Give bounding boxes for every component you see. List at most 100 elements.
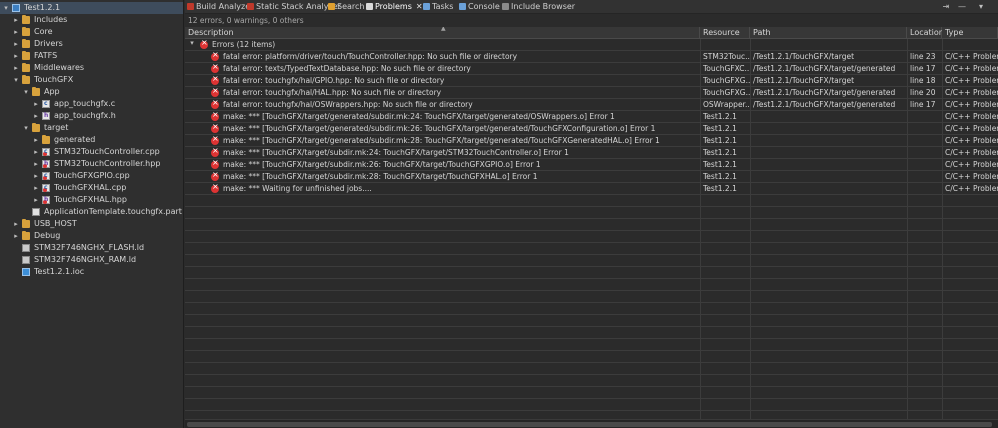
tab-search[interactable]: Search (328, 1, 364, 13)
cell-type: C/C++ Problem (945, 124, 998, 133)
table-row[interactable]: fatal error: touchgfx/hal/OSWrappers.hpp… (185, 98, 998, 111)
tab-include-browser[interactable]: Include Browser (502, 1, 575, 13)
tree-item[interactable]: ▸ Drivers (0, 38, 183, 50)
column-header-location[interactable]: Location (907, 27, 944, 39)
tree-expander-icon[interactable] (12, 242, 20, 254)
tree-expander-icon[interactable]: ▸ (32, 134, 40, 146)
table-row[interactable]: make: *** Waiting for unfinished jobs...… (185, 182, 998, 195)
tree-item[interactable]: ▸ generated (0, 134, 183, 146)
tree-item[interactable]: ▸ Core (0, 26, 183, 38)
sort-ascending-icon: ▲ (441, 27, 446, 32)
tree-item[interactable]: ▸ TouchGFXHAL.cpp (0, 182, 183, 194)
tree-expander-icon[interactable]: ▾ (22, 86, 30, 98)
tree-item[interactable]: ▸ TouchGFXGPIO.cpp (0, 170, 183, 182)
tree-expander-icon[interactable] (12, 266, 20, 278)
tree-expander-icon[interactable]: ▸ (12, 14, 20, 26)
tab-console[interactable]: Console (459, 1, 500, 13)
view-menu-icon[interactable]: ▾ (976, 2, 986, 12)
tree-item[interactable]: ▸ FATFS (0, 50, 183, 62)
tree-expander-icon[interactable] (12, 254, 20, 266)
tree-item[interactable]: ▸ Middlewares (0, 62, 183, 74)
tree-item[interactable]: STM32F746NGHX_FLASH.ld (0, 242, 183, 254)
cell-path: /Test1.2.1/TouchGFX/target (753, 76, 855, 85)
tree-expander-icon[interactable]: ▸ (32, 158, 40, 170)
column-header-resource[interactable]: Resource (700, 27, 750, 39)
empty-row (185, 315, 998, 327)
column-header-description[interactable]: Description ▲ (185, 27, 700, 39)
tree-expander-icon[interactable]: ▸ (12, 218, 20, 230)
file-icon (42, 194, 50, 206)
minimize-icon[interactable]: — (957, 2, 967, 12)
tab-problems[interactable]: Problems ✕ (366, 1, 423, 13)
tree-item[interactable]: ▸ TouchGFXHAL.hpp (0, 194, 183, 206)
pin-icon[interactable]: ⇥ (941, 2, 951, 12)
errors-group-label: Errors (12 items) (212, 40, 276, 49)
column-header-path[interactable]: Path (750, 27, 907, 39)
table-row[interactable]: fatal error: texts/TypedTextDatabase.hpp… (185, 62, 998, 75)
scrollbar-thumb[interactable] (187, 422, 992, 427)
tree-item[interactable]: ▸ STM32TouchController.hpp (0, 158, 183, 170)
tab-icon (247, 3, 254, 10)
tree-expander-icon[interactable]: ▸ (32, 182, 40, 194)
tree-item[interactable]: STM32F746NGHX_RAM.ld (0, 254, 183, 266)
tree-item[interactable]: ▸ app_touchgfx.c (0, 98, 183, 110)
tree-expander-icon[interactable]: ▸ (12, 230, 20, 242)
tab-build-analyzer[interactable]: Build Analyzer (187, 1, 253, 13)
tree-item[interactable]: ▾ TouchGFX (0, 74, 183, 86)
tree-expander-icon[interactable]: ▸ (32, 110, 40, 122)
tree-expander-icon[interactable]: ▸ (32, 98, 40, 110)
tree-expander-icon[interactable] (22, 206, 30, 218)
tree-item[interactable]: ▾ target (0, 122, 183, 134)
problems-table[interactable]: Description ▲ Resource Path Location Typ… (185, 27, 998, 419)
file-icon (42, 170, 50, 182)
table-row[interactable]: fatal error: platform/driver/touch/Touch… (185, 50, 998, 63)
cell-path (750, 123, 907, 135)
tree-item[interactable]: ▸ Includes (0, 14, 183, 26)
tree-item-label: app_touchgfx.c (54, 99, 116, 108)
tree-expander-icon[interactable]: ▸ (32, 194, 40, 206)
file-icon (22, 256, 30, 264)
tree-item[interactable]: ▾ Test1.2.1 (0, 2, 183, 14)
tab-tasks[interactable]: Tasks (423, 1, 453, 13)
horizontal-scrollbar[interactable] (185, 419, 998, 428)
tree-item[interactable]: Test1.2.1.ioc (0, 266, 183, 278)
folder-icon (22, 219, 30, 228)
error-icon (211, 110, 219, 121)
tree-expander-icon[interactable]: ▸ (32, 146, 40, 158)
tree-expander-icon[interactable]: ▾ (22, 122, 30, 134)
close-icon[interactable]: ✕ (416, 2, 423, 11)
column-header-type[interactable]: Type (942, 27, 998, 39)
tree-item[interactable]: ▾ App (0, 86, 183, 98)
cell-location: line 23 (910, 52, 936, 61)
table-row[interactable]: make: *** [TouchGFX/target/subdir.mk:24:… (185, 146, 998, 159)
tree-expander-icon[interactable]: ▸ (12, 38, 20, 50)
tree-item-label: app_touchgfx.h (54, 111, 116, 120)
chevron-down-icon[interactable]: ▾ (188, 39, 196, 51)
tree-item[interactable]: ▸ STM32TouchController.cpp (0, 146, 183, 158)
tree-item[interactable]: ▸ Debug (0, 230, 183, 242)
tree-expander-icon[interactable]: ▾ (12, 74, 20, 86)
table-row[interactable]: make: *** [TouchGFX/target/generated/sub… (185, 110, 998, 123)
tab-static-stack-analyzer[interactable]: Static Stack Analyzer (247, 1, 341, 13)
file-icon (42, 182, 50, 194)
cell-resource: STM32Touc... (703, 52, 750, 61)
tree-item[interactable]: ApplicationTemplate.touchgfx.part (0, 206, 183, 218)
tree-expander-icon[interactable]: ▸ (12, 26, 20, 38)
tree-item[interactable]: ▸ app_touchgfx.h (0, 110, 183, 122)
tab-icon (366, 3, 373, 10)
tab-icon (459, 3, 466, 10)
table-row[interactable]: fatal error: touchgfx/hal/GPIO.hpp: No s… (185, 74, 998, 87)
tree-expander-icon[interactable]: ▸ (12, 62, 20, 74)
tab-label: Build Analyzer (196, 2, 254, 11)
table-row[interactable]: make: *** [TouchGFX/target/subdir.mk:26:… (185, 158, 998, 171)
tree-item[interactable]: ▸ USB_HOST (0, 218, 183, 230)
errors-group-row[interactable]: ▾ Errors (12 items) (185, 38, 998, 51)
tree-expander-icon[interactable]: ▸ (12, 50, 20, 62)
table-row[interactable]: make: *** [TouchGFX/target/generated/sub… (185, 122, 998, 135)
tree-expander-icon[interactable]: ▾ (2, 2, 10, 14)
table-row[interactable]: fatal error: touchgfx/hal/HAL.hpp: No su… (185, 86, 998, 99)
table-row[interactable]: make: *** [TouchGFX/target/subdir.mk:28:… (185, 170, 998, 183)
table-row[interactable]: make: *** [TouchGFX/target/generated/sub… (185, 134, 998, 147)
tree-expander-icon[interactable]: ▸ (32, 170, 40, 182)
empty-row (185, 219, 998, 231)
